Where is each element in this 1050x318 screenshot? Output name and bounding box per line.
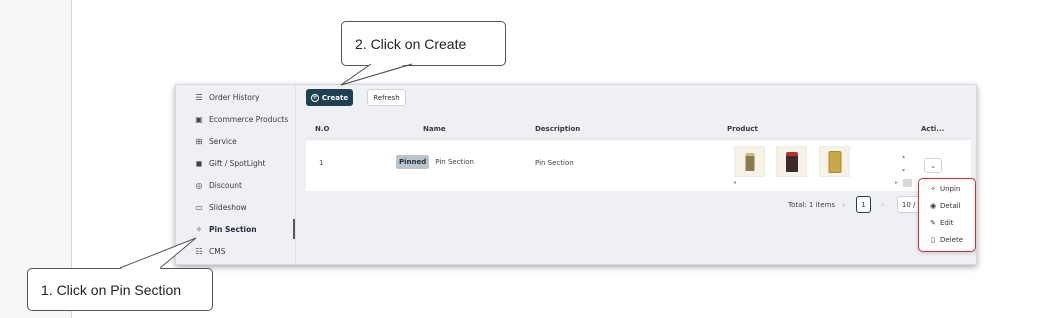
callout-1-pointer <box>119 237 197 269</box>
